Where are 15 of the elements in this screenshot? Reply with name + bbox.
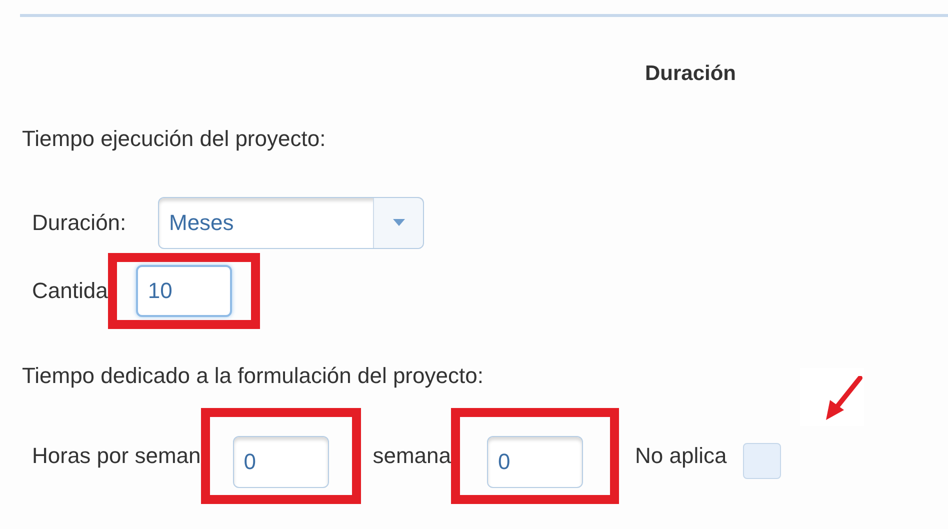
field-label: Cantida bbox=[32, 277, 108, 305]
field-label: Duración: bbox=[32, 209, 128, 237]
weeks-field[interactable]: 0 bbox=[487, 436, 584, 488]
arrow-icon bbox=[824, 376, 864, 422]
section-heading: Tiempo ejecución del proyecto: bbox=[22, 126, 326, 150]
section-title: Duración bbox=[644, 61, 736, 87]
caret-icon bbox=[392, 219, 404, 226]
field-label: No aplica bbox=[635, 442, 727, 470]
quantity-field[interactable]: 10 bbox=[136, 264, 232, 316]
field-label: semana bbox=[372, 442, 452, 470]
checkbox[interactable] bbox=[742, 442, 781, 478]
field-label: Horas por seman bbox=[32, 442, 201, 470]
hours-field[interactable]: 0 bbox=[232, 436, 329, 488]
duration-dropdown[interactable]: Meses bbox=[158, 196, 424, 248]
section-heading: Tiempo dedicado a la formulación del proyecto: bbox=[22, 362, 484, 388]
